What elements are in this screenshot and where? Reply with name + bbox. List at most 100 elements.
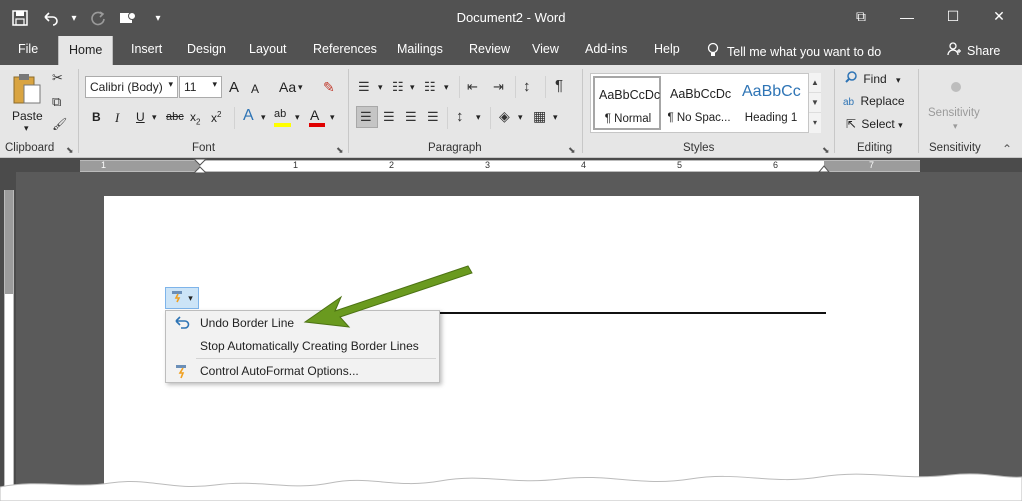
increase-indent-icon[interactable]: ⇥: [493, 79, 504, 95]
clipboard-launcher-icon[interactable]: ⬊: [66, 145, 74, 156]
bold-button[interactable]: B: [92, 110, 101, 124]
borders-icon[interactable]: ▦: [533, 108, 546, 125]
font-size-box[interactable]: 11 ▾: [179, 76, 222, 98]
justify-icon[interactable]: ☰: [427, 109, 439, 125]
scroll-up-icon[interactable]: ▲: [809, 73, 821, 93]
numbering-icon[interactable]: ☷: [392, 79, 404, 95]
lightning-icon: [171, 289, 185, 308]
chevron-down-icon[interactable]: ▾: [410, 82, 415, 93]
subscript-button[interactable]: x2: [190, 110, 200, 126]
tab-add-ins[interactable]: Add-ins: [585, 42, 627, 56]
copy-icon[interactable]: ⧉: [52, 94, 61, 110]
highlight-icon[interactable]: ab: [274, 108, 286, 120]
bullets-icon[interactable]: ☰: [358, 79, 370, 95]
collapse-ribbon-icon[interactable]: ⌃: [1002, 142, 1012, 156]
underline-button[interactable]: U: [136, 110, 145, 124]
group-divider: [834, 69, 835, 153]
undo-border-line-item[interactable]: Undo Border Line: [166, 312, 439, 334]
paste-dropdown-icon[interactable]: ▾: [24, 123, 29, 134]
ruler-number: 3: [485, 160, 491, 170]
find-button[interactable]: Find ▾: [845, 71, 901, 86]
indent-marker-icon[interactable]: [193, 158, 207, 174]
font-name-box[interactable]: Calibri (Body) ▾: [85, 76, 178, 98]
ruler-number: 6: [773, 160, 779, 170]
line-spacing-icon[interactable]: ↕: [456, 108, 464, 125]
sensitivity-button[interactable]: Sensitivity ▾: [924, 73, 988, 135]
paste-button[interactable]: Paste ▾: [8, 71, 46, 133]
cut-icon[interactable]: ✂: [52, 70, 63, 86]
person-icon: [947, 42, 961, 59]
sensitivity-label: Sensitivity: [928, 107, 980, 119]
chevron-down-icon[interactable]: ▾: [476, 112, 481, 123]
sort-icon[interactable]: ↕: [523, 78, 531, 95]
superscript-two: 2: [217, 110, 222, 119]
tab-design[interactable]: Design: [187, 42, 226, 56]
font-launcher-icon[interactable]: ⬊: [336, 145, 344, 156]
chevron-down-icon: ▾: [188, 292, 193, 303]
style-heading-1[interactable]: AaBbCc Heading 1: [737, 76, 805, 130]
tab-home[interactable]: Home: [58, 36, 114, 66]
close-button[interactable]: ✕: [976, 0, 1022, 33]
menu-item-label: Control AutoFormat Options...: [200, 364, 359, 378]
chevron-down-icon[interactable]: ▾: [518, 112, 523, 123]
style-no-spacing[interactable]: AaBbCcDc ¶ No Spac...: [665, 76, 733, 130]
shrink-font-button[interactable]: A: [251, 82, 259, 96]
control-autoformat-options-item[interactable]: Control AutoFormat Options...: [166, 360, 439, 382]
right-indent-marker-icon[interactable]: [818, 165, 830, 173]
center-icon[interactable]: ☰: [383, 109, 395, 125]
align-right-icon[interactable]: ☰: [405, 109, 417, 125]
tell-me-box[interactable]: Tell me what you want to do: [707, 42, 881, 61]
tab-review[interactable]: Review: [469, 42, 510, 56]
chevron-down-icon[interactable]: ▾: [295, 112, 300, 123]
chevron-down-icon[interactable]: ▾: [378, 82, 383, 93]
tab-layout[interactable]: Layout: [249, 42, 287, 56]
tab-insert[interactable]: Insert: [131, 42, 162, 56]
chevron-down-icon[interactable]: ▾: [152, 112, 157, 123]
scroll-down-icon[interactable]: ▼: [809, 93, 821, 113]
change-case-button[interactable]: Aa: [279, 79, 296, 95]
replace-button[interactable]: ab Replace: [843, 94, 905, 108]
align-left-icon[interactable]: ☰: [360, 109, 372, 125]
style-sample: AaBbCcDc: [599, 88, 661, 102]
style-normal[interactable]: AaBbCcDc ¶ Normal: [593, 76, 661, 130]
strikethrough-button[interactable]: abc: [166, 111, 184, 123]
text-effects-icon[interactable]: A: [243, 107, 254, 125]
superscript-button[interactable]: x2: [211, 110, 221, 125]
share-button[interactable]: Share: [947, 42, 1000, 59]
italic-button[interactable]: I: [115, 110, 119, 126]
ruler-number: 4: [581, 160, 587, 170]
paragraph-launcher-icon[interactable]: ⬊: [568, 145, 576, 156]
group-divider: [78, 69, 79, 153]
show-marks-icon[interactable]: ¶: [555, 77, 563, 94]
chevron-down-icon[interactable]: ▾: [444, 82, 449, 93]
ruler-number: 7: [869, 160, 875, 170]
autocorrect-options-button[interactable]: ▾: [165, 287, 199, 309]
stop-border-lines-item[interactable]: Stop Automatically Creating Border Lines: [166, 335, 439, 357]
font-color-icon[interactable]: A: [310, 107, 319, 123]
tab-references[interactable]: References: [313, 42, 377, 56]
tab-help[interactable]: Help: [654, 42, 680, 56]
decrease-indent-icon[interactable]: ⇤: [467, 79, 478, 95]
tab-view[interactable]: View: [532, 42, 559, 56]
minimize-button[interactable]: —: [884, 0, 930, 33]
tab-file[interactable]: File: [18, 42, 38, 56]
format-painter-icon[interactable]: 🖌: [52, 117, 67, 131]
multilevel-list-icon[interactable]: ☷: [424, 79, 436, 95]
select-button[interactable]: ⇱ Select ▾: [846, 117, 903, 131]
tab-mailings[interactable]: Mailings: [397, 42, 443, 56]
chevron-down-icon[interactable]: ▾: [298, 82, 303, 93]
grow-font-button[interactable]: A: [229, 79, 239, 96]
ruler-margin-top: [5, 190, 13, 294]
shading-icon[interactable]: ◈: [499, 108, 510, 125]
chevron-down-icon: ▾: [896, 75, 901, 85]
chevron-down-icon[interactable]: ▾: [261, 112, 266, 123]
clear-formatting-icon[interactable]: ✎: [323, 79, 335, 96]
group-divider: [348, 69, 349, 153]
horizontal-ruler[interactable]: 1 1 2 3 4 5 6 7: [80, 158, 920, 174]
ribbon-display-options-icon[interactable]: ⧉: [838, 0, 884, 33]
maximize-button[interactable]: ☐: [930, 0, 976, 33]
more-styles-icon[interactable]: ▾: [809, 113, 821, 133]
chevron-down-icon[interactable]: ▾: [553, 112, 558, 123]
styles-launcher-icon[interactable]: ⬊: [822, 145, 830, 156]
chevron-down-icon[interactable]: ▾: [330, 112, 335, 123]
